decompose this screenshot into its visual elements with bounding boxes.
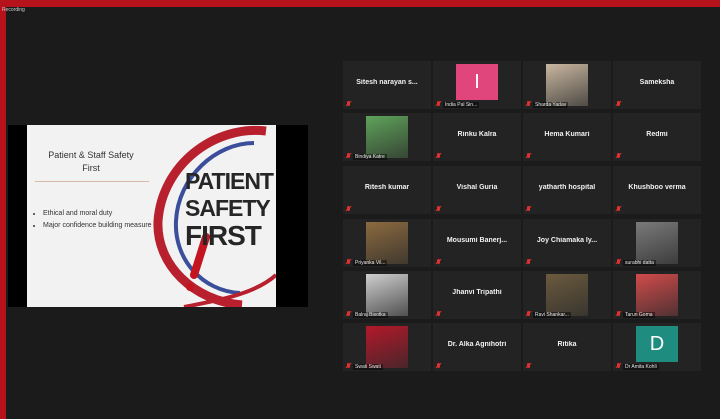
participant-tile[interactable]: Sitesh narayan s... bbox=[343, 61, 431, 109]
muted-mic-icon bbox=[346, 153, 351, 159]
participant-label: Balraj Bisotka bbox=[353, 312, 388, 318]
participant-name: Ritika bbox=[557, 341, 577, 348]
muted-mic-icon bbox=[616, 259, 621, 265]
shared-screen[interactable]: Patient & Staff Safety First Ethical and… bbox=[8, 125, 308, 307]
participant-video bbox=[636, 222, 678, 264]
participant-label: surabhi datta bbox=[623, 260, 656, 266]
participant-tile[interactable]: Jhanvi Tripathi bbox=[433, 271, 521, 319]
participant-tile[interactable]: Ritika bbox=[523, 323, 611, 371]
participant-tile[interactable]: I India Pal Sin... bbox=[433, 61, 521, 109]
participant-name: Sitesh narayan s... bbox=[356, 79, 418, 86]
participant-tile[interactable]: Priyanka Vil... bbox=[343, 219, 431, 267]
participant-label: India Pal Sin... bbox=[443, 102, 480, 108]
participant-tile[interactable]: Hema Kumari bbox=[523, 113, 611, 161]
participant-tile[interactable]: Dr. Alka Agnihotri bbox=[433, 323, 521, 371]
muted-mic-icon bbox=[436, 311, 441, 317]
muted-mic-icon bbox=[526, 311, 531, 317]
participant-tile[interactable]: Redmi bbox=[613, 113, 701, 161]
presentation-slide: Patient & Staff Safety First Ethical and… bbox=[27, 125, 276, 307]
muted-mic-icon bbox=[616, 206, 621, 212]
participant-name: Joy Chiamaka Iy... bbox=[536, 237, 598, 244]
muted-mic-icon bbox=[616, 153, 621, 159]
participant-name: Ritesh kumar bbox=[364, 184, 410, 191]
participant-tile[interactable]: Sharda Yadav bbox=[523, 61, 611, 109]
slide-title-line2: First bbox=[82, 163, 100, 173]
participant-tile[interactable]: Sameksha bbox=[613, 61, 701, 109]
muted-mic-icon bbox=[346, 259, 351, 265]
participant-video bbox=[366, 326, 408, 368]
participant-name: Redmi bbox=[646, 131, 668, 138]
muted-mic-icon bbox=[526, 363, 531, 369]
muted-mic-icon bbox=[436, 153, 441, 159]
participant-video bbox=[636, 274, 678, 316]
participant-label: Tarun Goma bbox=[623, 312, 655, 318]
muted-mic-icon bbox=[616, 101, 621, 107]
participant-video bbox=[366, 116, 408, 158]
recording-indicator: Recording bbox=[2, 7, 25, 13]
participant-name: Dr. Alka Agnihotri bbox=[447, 341, 507, 348]
participant-tile[interactable]: D Dr Amita Kohli bbox=[613, 323, 701, 371]
participant-tile[interactable]: Tarun Goma bbox=[613, 271, 701, 319]
participant-label: Sharda Yadav bbox=[533, 102, 569, 108]
participant-tile[interactable]: Bindiya Katre bbox=[343, 113, 431, 161]
participant-video bbox=[546, 274, 588, 316]
logo-line1: PATIENT bbox=[185, 168, 274, 194]
muted-mic-icon bbox=[526, 259, 531, 265]
muted-mic-icon bbox=[346, 311, 351, 317]
participant-name: Rinku Kalra bbox=[457, 131, 497, 138]
slide-title: Patient & Staff Safety First bbox=[37, 149, 145, 175]
participant-tile[interactable]: yatharth hospital bbox=[523, 166, 611, 214]
muted-mic-icon bbox=[346, 206, 351, 212]
muted-mic-icon bbox=[616, 311, 621, 317]
participant-tile[interactable]: Khushboo verma bbox=[613, 166, 701, 214]
participant-video bbox=[366, 274, 408, 316]
muted-mic-icon bbox=[436, 363, 441, 369]
participant-label: Ravi Shankar... bbox=[533, 312, 571, 318]
slide-title-line1: Patient & Staff Safety bbox=[48, 150, 134, 160]
muted-mic-icon bbox=[526, 101, 531, 107]
avatar: I bbox=[456, 64, 498, 100]
muted-mic-icon bbox=[526, 153, 531, 159]
muted-mic-icon bbox=[436, 259, 441, 265]
slide-divider bbox=[35, 181, 149, 182]
muted-mic-icon bbox=[346, 363, 351, 369]
muted-mic-icon bbox=[436, 101, 441, 107]
logo-line2: SAFETY bbox=[185, 195, 271, 221]
participant-name: Sameksha bbox=[639, 79, 675, 86]
logo-text: PATIENT SAFETY FIRST bbox=[185, 168, 275, 251]
participant-tile[interactable]: Ritesh kumar bbox=[343, 166, 431, 214]
muted-mic-icon bbox=[346, 101, 351, 107]
participant-name: Khushboo verma bbox=[628, 184, 686, 191]
avatar: D bbox=[636, 326, 678, 362]
participant-tile[interactable]: surabhi datta bbox=[613, 219, 701, 267]
participant-label: Priyanka Vil... bbox=[353, 260, 388, 266]
muted-mic-icon bbox=[526, 206, 531, 212]
participant-tile[interactable]: Vishal Guria bbox=[433, 166, 521, 214]
participant-name: Jhanvi Tripathi bbox=[452, 289, 502, 296]
participant-name: Vishal Guria bbox=[456, 184, 498, 191]
participant-tile[interactable]: Mousumi Banerj... bbox=[433, 219, 521, 267]
participant-label: Dr Amita Kohli bbox=[623, 364, 659, 370]
participant-name: Hema Kumari bbox=[544, 131, 590, 138]
participant-video bbox=[366, 222, 408, 264]
participant-name: yatharth hospital bbox=[538, 184, 596, 191]
muted-mic-icon bbox=[616, 363, 621, 369]
participant-video bbox=[546, 64, 588, 106]
participant-name: Mousumi Banerj... bbox=[446, 237, 508, 244]
participant-label: Swati Swati bbox=[353, 364, 383, 370]
participant-tile[interactable]: Balraj Bisotka bbox=[343, 271, 431, 319]
logo-line3: FIRST bbox=[185, 220, 262, 251]
participant-tile[interactable]: Joy Chiamaka Iy... bbox=[523, 219, 611, 267]
participant-tile[interactable]: Rinku Kalra bbox=[433, 113, 521, 161]
participant-label: Bindiya Katre bbox=[353, 154, 387, 160]
participant-tile[interactable]: Ravi Shankar... bbox=[523, 271, 611, 319]
participant-tile[interactable]: Swati Swati bbox=[343, 323, 431, 371]
muted-mic-icon bbox=[436, 206, 441, 212]
